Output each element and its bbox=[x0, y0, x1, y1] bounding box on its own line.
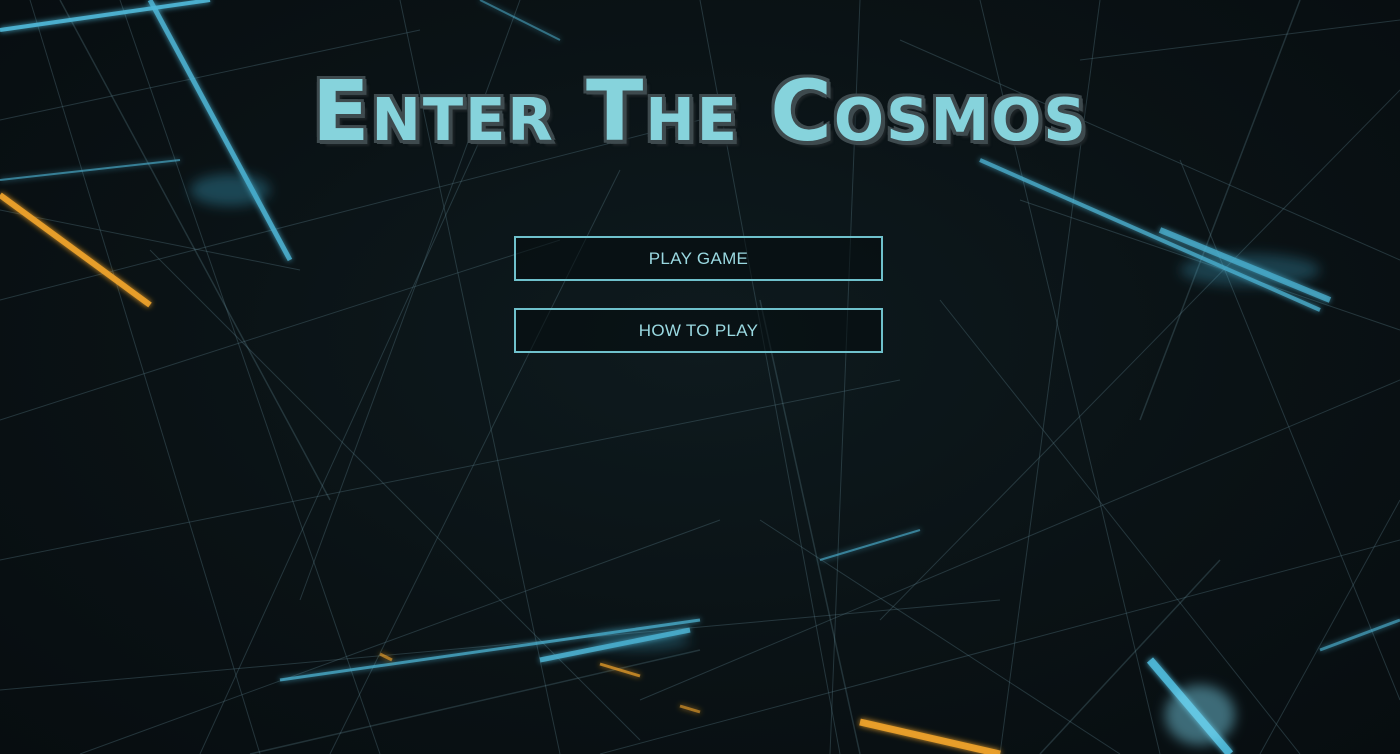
play-game-button[interactable]: PLAY GAME bbox=[514, 236, 883, 281]
game-title: Enter The Cosmos bbox=[312, 62, 1088, 160]
how-to-play-button[interactable]: HOW TO PLAY bbox=[514, 308, 883, 353]
main-menu-screen: Enter The Cosmos PLAY GAME HOW TO PLAY bbox=[0, 0, 1400, 754]
